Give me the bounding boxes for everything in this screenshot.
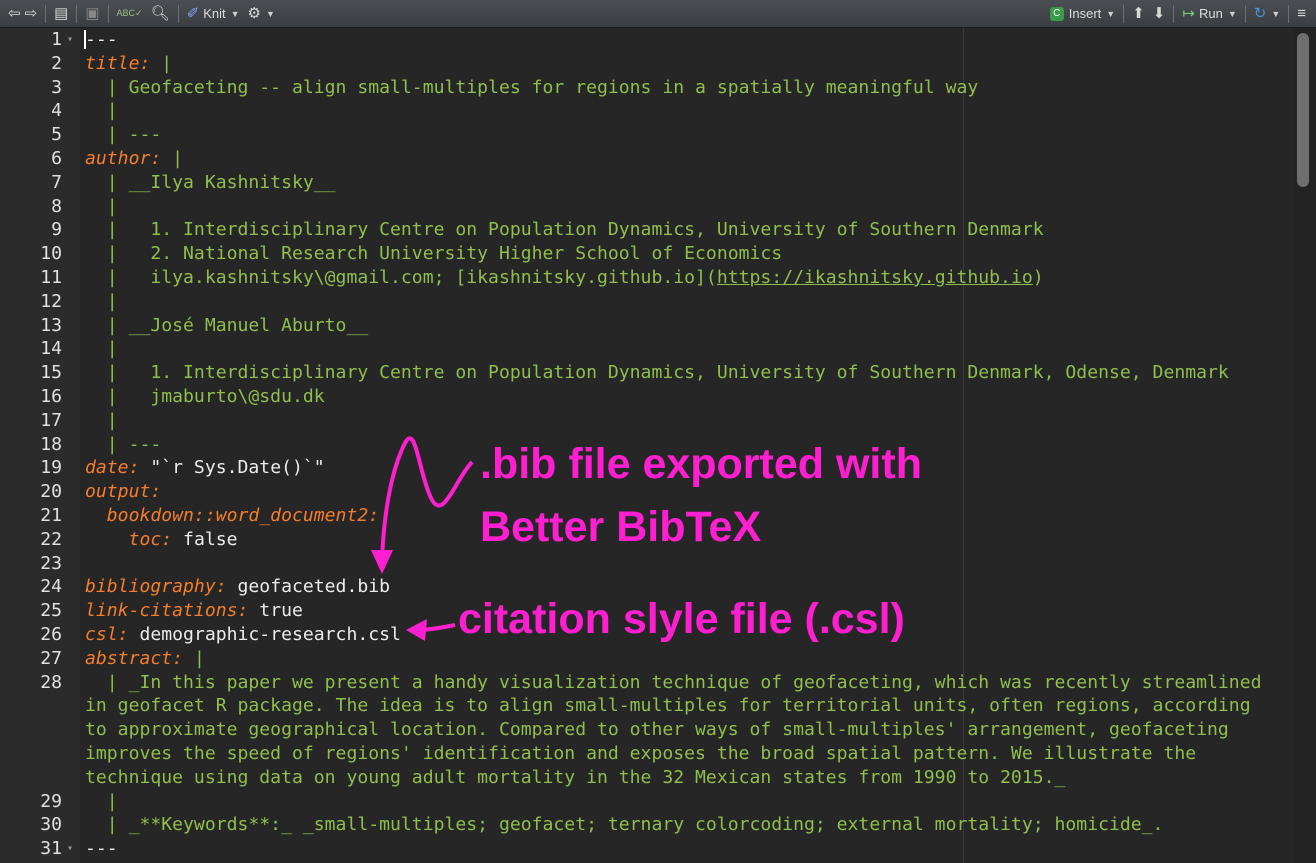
bib-arrow (380, 436, 474, 561)
bib-annotation-line2: Better BibTeX (480, 503, 762, 551)
bib-annotation-line1: .bib file exported with (480, 440, 922, 488)
bib-arrowhead (371, 550, 393, 574)
csl-arrowhead (406, 619, 427, 641)
csl-annotation: citation slyle file (.csl) (458, 595, 905, 643)
annotation-arrows (371, 436, 474, 641)
